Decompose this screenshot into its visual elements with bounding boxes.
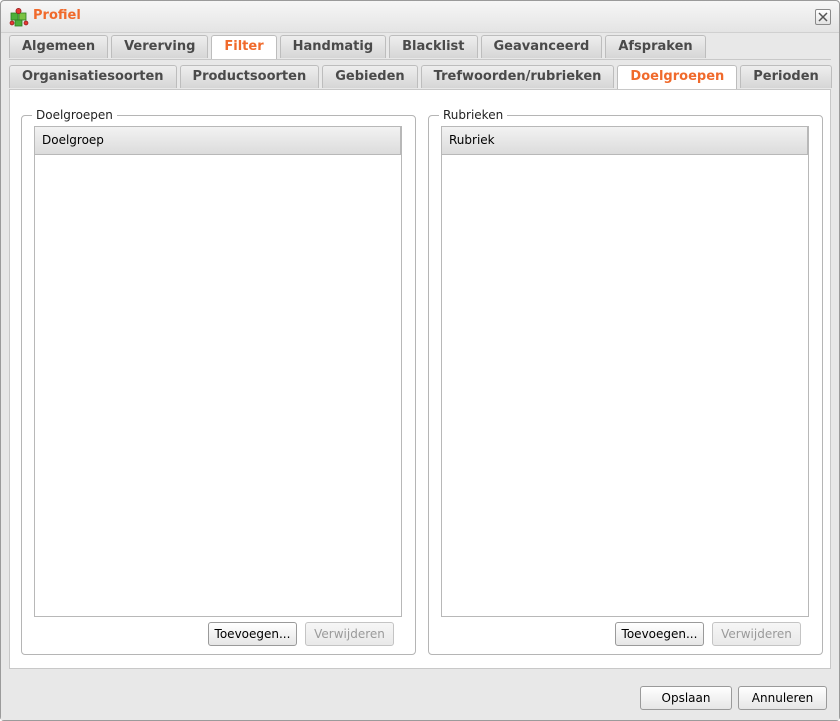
profile-dialog: Profiel Algemeen Vererving Filter Handma… — [0, 0, 840, 721]
tab-doelgroepen[interactable]: Doelgroepen — [617, 65, 738, 89]
window-title: Profiel — [33, 8, 81, 23]
tab-productsoorten[interactable]: Productsoorten — [179, 65, 320, 88]
rubriek-add-button[interactable]: Toevoegen... — [615, 622, 704, 646]
rubrieken-grid[interactable]: Rubriek — [441, 126, 809, 617]
primary-tab-bar: Algemeen Vererving Filter Handmatig Blac… — [9, 35, 709, 59]
tab-trefwoorden-rubrieken[interactable]: Trefwoorden/rubrieken — [420, 65, 615, 88]
tab-gebieden[interactable]: Gebieden — [322, 65, 418, 88]
rubriek-column-header[interactable]: Rubriek — [442, 127, 808, 155]
tab-blacklist[interactable]: Blacklist — [389, 35, 478, 58]
close-button[interactable] — [815, 9, 831, 25]
tab-geavanceerd[interactable]: Geavanceerd — [480, 35, 603, 58]
tab-divider — [9, 59, 831, 60]
doelgroepen-legend: Doelgroepen — [32, 108, 117, 122]
tab-organisatiesoorten[interactable]: Organisatiesoorten — [9, 65, 177, 88]
cancel-button[interactable]: Annuleren — [738, 686, 827, 710]
doelgroep-column-header[interactable]: Doelgroep — [35, 127, 401, 155]
tab-perioden[interactable]: Perioden — [740, 65, 832, 88]
secondary-tab-bar: Organisatiesoorten Productsoorten Gebied… — [9, 65, 835, 89]
rubrieken-fieldset: Rubrieken Rubriek Toevoegen... Verwijder… — [428, 108, 823, 655]
doelgroep-add-button[interactable]: Toevoegen... — [208, 622, 297, 646]
save-button[interactable]: Opslaan — [640, 686, 732, 710]
tab-vererving[interactable]: Vererving — [111, 35, 209, 58]
tab-content-panel: Doelgroepen Doelgroep Toevoegen... Verwi… — [9, 90, 831, 669]
dialog-footer: Opslaan Annuleren — [1, 678, 839, 720]
doelgroepen-fieldset: Doelgroepen Doelgroep Toevoegen... Verwi… — [21, 108, 416, 655]
doelgroepen-grid[interactable]: Doelgroep — [34, 126, 402, 617]
title-bar[interactable]: Profiel — [1, 1, 839, 33]
puzzle-piece-icon — [9, 7, 29, 27]
rubriek-remove-button[interactable]: Verwijderen — [712, 622, 801, 646]
tab-handmatig[interactable]: Handmatig — [279, 35, 387, 58]
tab-filter[interactable]: Filter — [211, 35, 277, 59]
rubrieken-legend: Rubrieken — [439, 108, 508, 122]
tab-algemeen[interactable]: Algemeen — [9, 35, 109, 58]
tab-afspraken[interactable]: Afspraken — [605, 35, 706, 58]
doelgroep-remove-button[interactable]: Verwijderen — [305, 622, 394, 646]
close-icon — [818, 12, 828, 22]
